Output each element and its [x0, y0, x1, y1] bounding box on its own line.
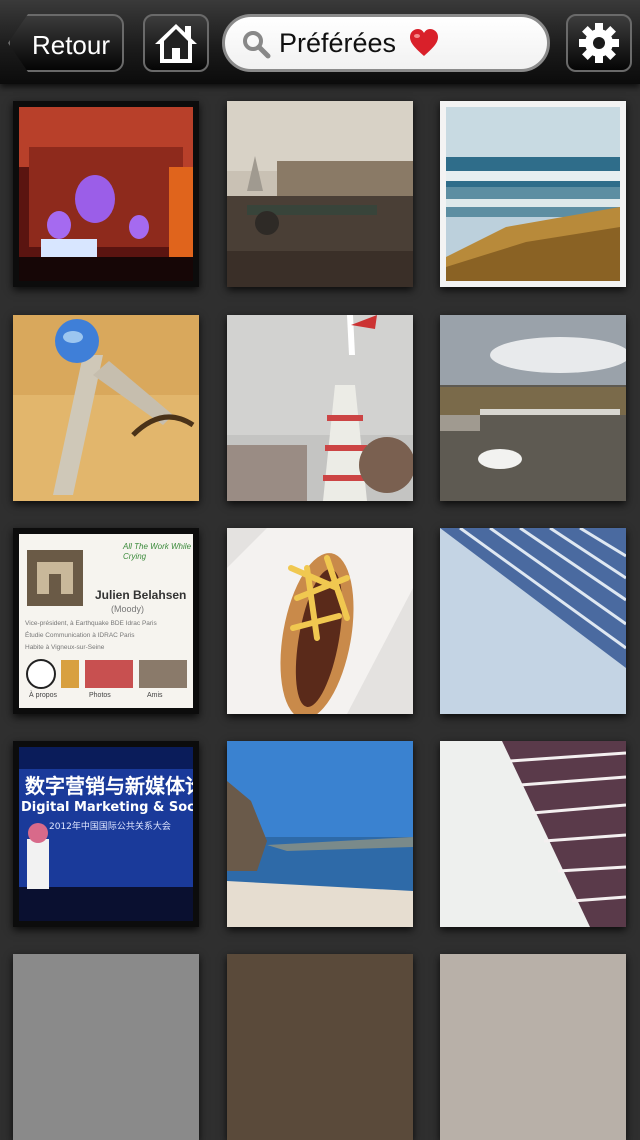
profile-tab: Photos — [89, 692, 111, 699]
photo-cannon[interactable] — [227, 101, 413, 287]
top-toolbar: Retour Préférées — [0, 0, 640, 84]
back-button[interactable]: Retour — [8, 14, 124, 72]
profile-tab: Amis — [147, 692, 163, 699]
photo-conference[interactable]: 数字营销与新媒体论坛 Digital Marketing & Social Me… — [13, 741, 199, 927]
photo-ballroom[interactable] — [13, 101, 199, 287]
banner-line-3: 2012年中国国际公共关系大会 — [49, 820, 171, 832]
banner-line-2: Digital Marketing & Social Media — [21, 800, 193, 815]
profile-name: Julien Belahsen — [95, 588, 187, 602]
photo-hotdog[interactable] — [227, 528, 413, 714]
profile-card: All The Work While Crying Julien Belahse… — [19, 534, 193, 708]
search-icon — [243, 31, 271, 59]
card-note: All The Work While Crying — [123, 542, 192, 561]
search-label: Préférées — [279, 28, 397, 58]
home-button[interactable] — [143, 14, 209, 72]
photo-tower[interactable] — [227, 315, 413, 501]
banner-line-1: 数字营销与新媒体论坛 — [25, 774, 193, 798]
photo-tower-stripes[interactable] — [440, 741, 626, 927]
photo-partial[interactable] — [440, 954, 626, 1140]
profile-line: Habite à Vigneux-sur-Seine — [25, 644, 105, 651]
photo-beach-waves[interactable] — [440, 101, 626, 287]
profile-photo — [27, 550, 83, 606]
profile-line: Vice-président, à Earthquake BDE Idrac P… — [25, 620, 157, 627]
photo-profile-card[interactable]: All The Work While Crying Julien Belahse… — [13, 528, 199, 714]
photo-sea-rocks[interactable] — [227, 741, 413, 927]
photo-grid: All The Work While Crying Julien Belahse… — [0, 84, 640, 1140]
profile-line: Étudie Communication à IDRAC Paris — [25, 632, 135, 639]
photo-sand-post[interactable] — [13, 315, 199, 501]
profile-nickname: (Moody) — [111, 604, 145, 614]
gear-icon — [579, 23, 619, 63]
photo-river-boat[interactable] — [440, 315, 626, 501]
photo-partial[interactable] — [227, 954, 413, 1140]
profile-thumbnails — [26, 659, 187, 689]
search-field[interactable]: Préférées — [222, 14, 550, 72]
photo-building-diagonal[interactable] — [440, 528, 626, 714]
settings-button[interactable] — [566, 14, 632, 72]
home-icon — [155, 24, 197, 63]
heart-icon — [410, 29, 438, 56]
photo-partial[interactable] — [13, 954, 199, 1140]
profile-tab: À propos — [29, 692, 58, 699]
